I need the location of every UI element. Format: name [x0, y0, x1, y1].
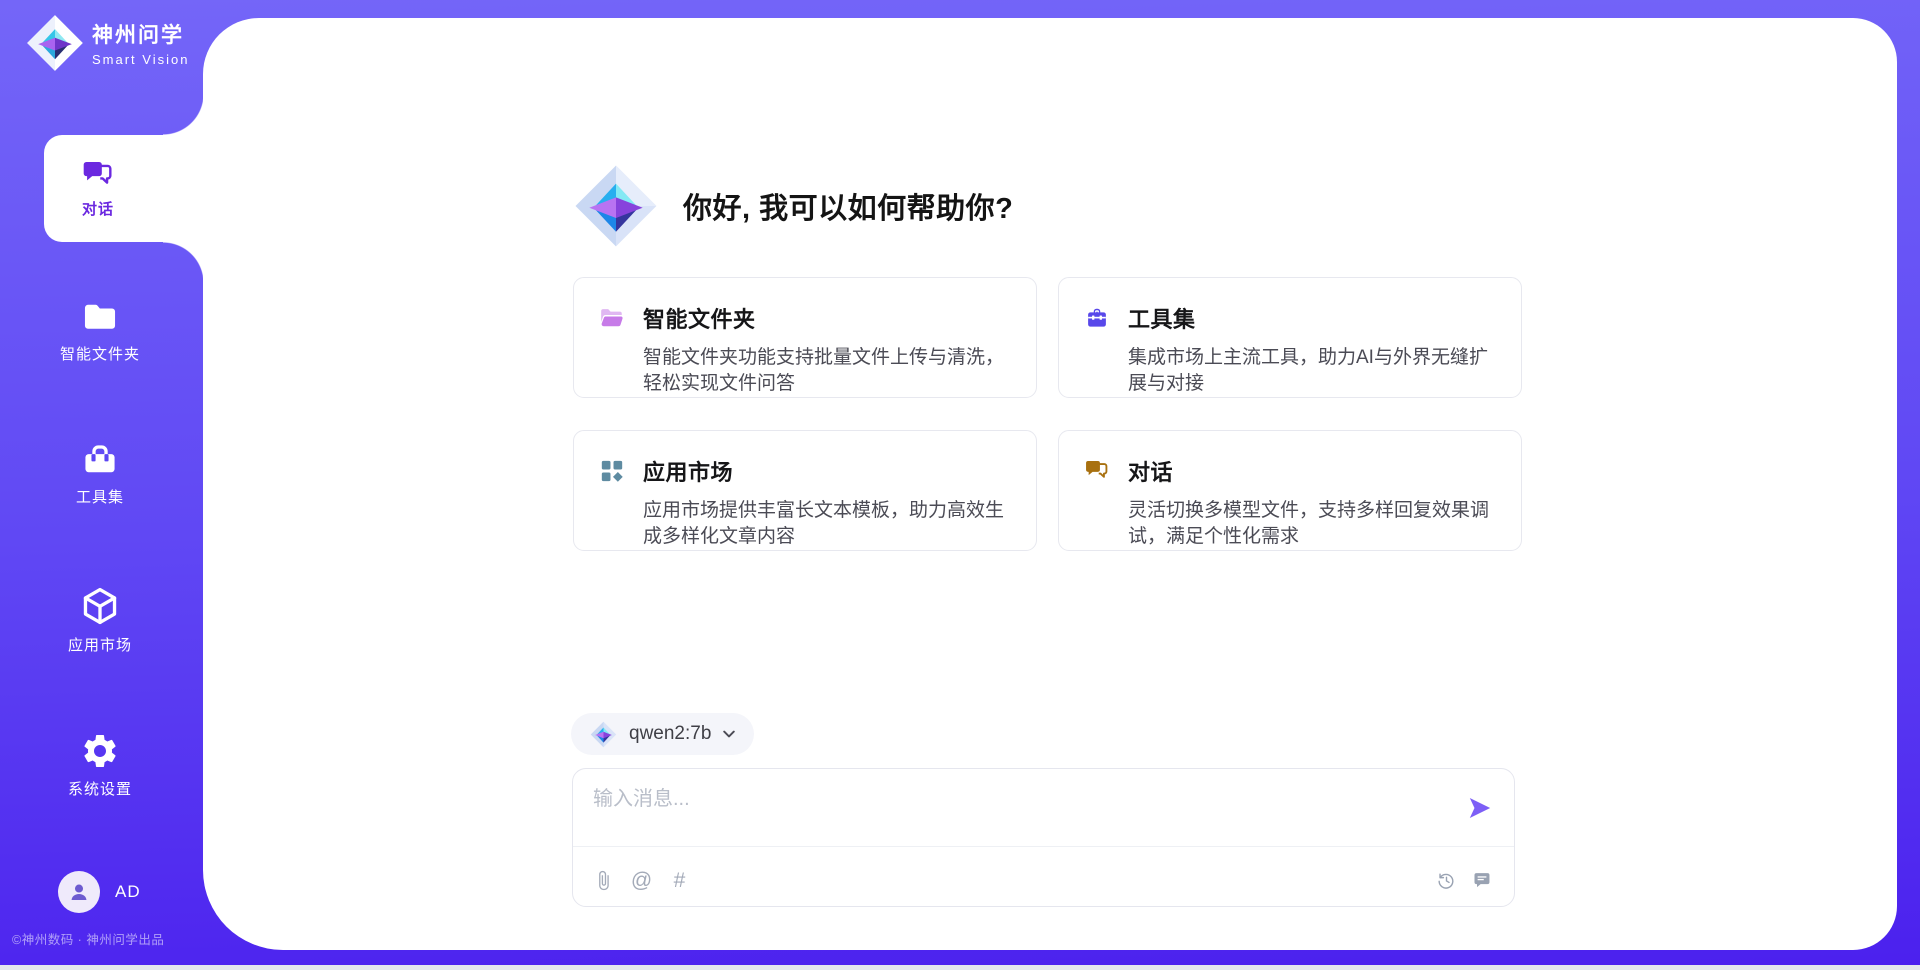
- at-mention-icon[interactable]: @: [631, 870, 652, 891]
- card-title: 工具集: [1128, 302, 1196, 334]
- card-title: 智能文件夹: [643, 302, 756, 334]
- gear-icon: [80, 731, 120, 771]
- diamond-logo-icon: [573, 163, 659, 249]
- chat-bubble-icon: [1084, 458, 1110, 484]
- card-app-market[interactable]: 应用市场 应用市场提供丰富长文本模板，助力高效生成多样化文章内容: [573, 430, 1037, 551]
- user-initials: AD: [115, 882, 141, 902]
- chat-icon: [81, 158, 115, 192]
- sidebar-item-toolset[interactable]: 工具集: [30, 441, 170, 507]
- sidebar-item-smart-folder[interactable]: 智能文件夹: [30, 298, 170, 364]
- sidebar-item-app-market[interactable]: 应用市场: [30, 585, 170, 655]
- sidebar-item-label: 工具集: [76, 486, 124, 507]
- card-smart-folder[interactable]: 智能文件夹 智能文件夹功能支持批量文件上传与清洗，轻松实现文件问答: [573, 277, 1037, 398]
- tab-fillet-bottom: [163, 242, 204, 283]
- user-profile[interactable]: AD: [58, 871, 141, 913]
- main-panel: 你好, 我可以如何帮助你? 智能文件夹 智能文件夹功能支持批量文件上传与清洗，轻…: [203, 18, 1897, 950]
- window-bottom-edge: [0, 965, 1920, 970]
- sidebar-item-label: 系统设置: [68, 778, 132, 799]
- sidebar-item-chat[interactable]: 对话: [44, 135, 152, 242]
- card-chat[interactable]: 对话 灵活切换多模型文件，支持多样回复效果调试，满足个性化需求: [1058, 430, 1522, 551]
- folder-open-icon: [599, 305, 625, 331]
- sidebar-active-tab: 对话: [44, 135, 204, 242]
- sidebar-item-label: 智能文件夹: [60, 343, 140, 364]
- brand-name: 神州问学: [92, 19, 189, 49]
- model-selector[interactable]: qwen2:7b: [571, 713, 754, 755]
- chevron-down-icon: [723, 730, 735, 739]
- toolbox-icon: [81, 441, 119, 479]
- sidebar-item-settings[interactable]: 系统设置: [30, 731, 170, 799]
- diamond-logo-icon: [590, 721, 617, 748]
- history-icon[interactable]: [1436, 870, 1457, 891]
- brand-logo: 神州问学 Smart Vision: [26, 14, 189, 72]
- message-input[interactable]: [593, 782, 1443, 840]
- message-composer: @ #: [572, 768, 1515, 907]
- feature-cards: 智能文件夹 智能文件夹功能支持批量文件上传与清洗，轻松实现文件问答 工具集 集成…: [573, 277, 1522, 551]
- diamond-logo-icon: [26, 14, 84, 72]
- paperclip-icon[interactable]: [593, 870, 614, 891]
- sidebar-item-label: 对话: [82, 198, 114, 219]
- folder-icon: [81, 298, 119, 336]
- copyright-text: ©神州数码 · 神州问学出品: [12, 929, 164, 948]
- card-description: 灵活切换多模型文件，支持多样回复效果调试，满足个性化需求: [1128, 498, 1497, 549]
- avatar: [58, 871, 100, 913]
- brand-subtitle: Smart Vision: [92, 52, 189, 67]
- send-icon[interactable]: [1467, 795, 1493, 821]
- card-title: 应用市场: [643, 455, 733, 487]
- card-description: 集成市场上主流工具，助力AI与外界无缝扩展与对接: [1128, 345, 1497, 396]
- composer-divider: [573, 846, 1514, 847]
- greeting-row: 你好, 我可以如何帮助你?: [573, 163, 1013, 249]
- card-toolset[interactable]: 工具集 集成市场上主流工具，助力AI与外界无缝扩展与对接: [1058, 277, 1522, 398]
- comment-icon[interactable]: [1473, 870, 1494, 891]
- briefcase-icon: [1084, 305, 1110, 331]
- cube-icon: [79, 585, 121, 627]
- card-description: 智能文件夹功能支持批量文件上传与清洗，轻松实现文件问答: [643, 345, 1012, 396]
- grid-icon: [599, 458, 625, 484]
- card-description: 应用市场提供丰富长文本模板，助力高效生成多样化文章内容: [643, 498, 1012, 549]
- card-title: 对话: [1128, 455, 1173, 487]
- page-title: 你好, 我可以如何帮助你?: [683, 185, 1013, 227]
- model-name: qwen2:7b: [629, 723, 711, 745]
- sidebar-item-label: 应用市场: [68, 634, 132, 655]
- hash-icon[interactable]: #: [669, 870, 690, 891]
- user-icon: [66, 879, 92, 905]
- tab-fillet-top: [163, 94, 204, 135]
